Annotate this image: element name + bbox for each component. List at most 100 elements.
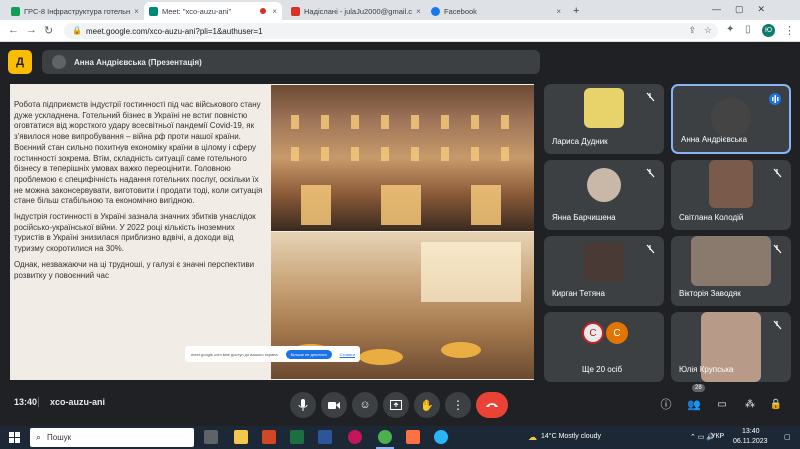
- people-button[interactable]: 👥 28: [684, 384, 705, 414]
- viber-icon[interactable]: [348, 430, 362, 444]
- mic-off-icon: [644, 243, 656, 255]
- leave-call-button[interactable]: [476, 392, 508, 418]
- slide-text: Робота підприємств індустрії гостинності…: [14, 100, 264, 286]
- reload-icon[interactable]: ↻: [44, 24, 53, 37]
- extensions-icon[interactable]: ✦: [726, 24, 734, 35]
- participant-video: [709, 160, 753, 208]
- participant-tile[interactable]: Світлана Колодій: [671, 160, 791, 230]
- meet-stage: Д Анна Андрієвська (Презентація) Робота …: [0, 42, 800, 426]
- menu-icon[interactable]: ⋮: [784, 24, 795, 37]
- drive-icon: [11, 6, 20, 16]
- emoji-button[interactable]: ☺: [352, 392, 378, 418]
- url-field[interactable]: 🔒 meet.google.com/xco-auzu-ani?pli=1&aut…: [64, 23, 718, 39]
- speaking-icon: [769, 93, 781, 105]
- file-explorer-icon[interactable]: [234, 430, 248, 444]
- mic-off-icon: [644, 167, 656, 179]
- star-icon[interactable]: ☆: [704, 25, 712, 36]
- divider: [38, 397, 39, 407]
- search-placeholder: Пошук: [47, 433, 72, 442]
- lock-person-icon: 🔒: [769, 398, 783, 410]
- telegram-icon[interactable]: [434, 430, 448, 444]
- participant-video: [584, 88, 624, 128]
- search-icon: ⌕: [36, 432, 42, 442]
- chrome-icon[interactable]: [378, 430, 392, 444]
- chat-icon: ▭: [717, 398, 727, 410]
- windows-start-icon[interactable]: [9, 432, 20, 443]
- participant-tile[interactable]: Юлія Крупська: [671, 312, 791, 382]
- mic-off-icon: [771, 243, 783, 255]
- more-options-button[interactable]: ⋮: [445, 392, 471, 418]
- camera-button[interactable]: [321, 392, 347, 418]
- share-icon[interactable]: ⇪: [688, 25, 696, 36]
- present-icon: [390, 400, 402, 410]
- avatar: [587, 168, 621, 202]
- tab-grs8[interactable]: ГРС-8 Інфраструктура готельн ×: [6, 2, 142, 20]
- meeting-time: 13:40: [14, 397, 38, 407]
- tab-facebook[interactable]: Facebook ×: [426, 2, 566, 20]
- hand-icon: ✋: [420, 399, 434, 412]
- slide-paragraph: Робота підприємств індустрії гостинності…: [14, 100, 263, 206]
- close-icon[interactable]: ×: [412, 7, 421, 16]
- sidebar-icon[interactable]: ▯: [745, 24, 751, 35]
- language-indicator[interactable]: УКР: [711, 433, 724, 440]
- tab-label: Meet: "xco-auzu-ani": [162, 6, 232, 16]
- taskbar-search[interactable]: ⌕ Пошук: [30, 428, 194, 447]
- close-icon[interactable]: ×: [130, 7, 139, 16]
- tab-meet[interactable]: Meet: "xco-auzu-ani" ×: [144, 2, 282, 20]
- chat-button[interactable]: ▭: [712, 394, 732, 414]
- slide-paragraph: Індустрія гостинності в Україні зазнала …: [14, 212, 256, 254]
- recording-icon: [260, 8, 266, 14]
- url-text: meet.google.com/xco-auzu-ani?pli=1&authu…: [86, 26, 263, 36]
- participant-name: Вікторія Заводяк: [679, 289, 741, 298]
- activities-button[interactable]: ⁂: [740, 394, 760, 414]
- participant-tile[interactable]: Анна Андрієвська: [671, 84, 791, 154]
- avatar: С: [606, 322, 628, 344]
- profile-avatar[interactable]: Ю: [762, 24, 775, 37]
- excel-icon[interactable]: [290, 430, 304, 444]
- avatar: С: [582, 322, 604, 344]
- participant-name: Анна Андрієвська: [681, 135, 748, 144]
- lock-icon: 🔒: [72, 26, 82, 35]
- raise-hand-button[interactable]: ✋: [414, 392, 440, 418]
- back-icon[interactable]: ←: [8, 24, 19, 36]
- people-icon: 👥: [687, 398, 701, 411]
- powerpoint-icon[interactable]: [262, 430, 276, 444]
- avatar: [52, 55, 66, 69]
- forward-icon[interactable]: →: [26, 24, 37, 36]
- new-tab-button[interactable]: +: [568, 2, 588, 20]
- participant-tile[interactable]: Лариса Дудник: [544, 84, 664, 154]
- tab-label: ГРС-8 Інфраструктура готельн: [24, 6, 131, 16]
- info-button[interactable]: ⓘ: [656, 394, 676, 414]
- present-button[interactable]: [383, 392, 409, 418]
- participant-video: [584, 242, 624, 282]
- screen-share-notice: meet.google.com має доступ до вашого екр…: [185, 346, 360, 362]
- close-icon[interactable]: ×: [268, 7, 277, 16]
- tab-gmail[interactable]: Надіслані - julaJu2000@gmail.c ×: [286, 2, 422, 20]
- notifications-icon[interactable]: ▢: [784, 433, 791, 441]
- presenter-name: Анна Андрієвська (Презентація): [74, 57, 202, 67]
- facade-windows: [291, 115, 509, 225]
- weather-text[interactable]: 14°C Mostly cloudy: [541, 433, 601, 440]
- notice-text: meet.google.com має доступ до вашого екр…: [191, 351, 278, 357]
- microphone-button[interactable]: [290, 392, 316, 418]
- mic-off-icon: [644, 91, 656, 103]
- close-icon[interactable]: ×: [552, 7, 561, 16]
- host-controls-button[interactable]: 🔒: [766, 394, 786, 414]
- meeting-code: xco-auzu-ani: [50, 397, 106, 407]
- hide-link[interactable]: Сховати: [340, 352, 355, 357]
- weather-icon: ☁: [528, 432, 537, 442]
- task-view-icon[interactable]: [204, 430, 218, 444]
- stop-sharing-button[interactable]: Більше не ділитися: [285, 349, 332, 359]
- word-icon[interactable]: [318, 430, 332, 444]
- gmail-icon: [291, 6, 300, 16]
- address-toolbar: ← → ↻ 🔒 meet.google.com/xco-auzu-ani?pli…: [0, 20, 800, 42]
- app-icon[interactable]: [406, 430, 420, 444]
- clock-time[interactable]: 13:40: [742, 428, 760, 435]
- participant-tile[interactable]: Кирган Тетяна: [544, 236, 664, 306]
- window-controls[interactable]: —▢✕: [712, 4, 779, 15]
- clock-date[interactable]: 06.11.2023: [733, 438, 768, 445]
- more-participants-tile[interactable]: С С Ще 20 осіб: [544, 312, 664, 382]
- participant-tile[interactable]: Янна Барчишена: [544, 160, 664, 230]
- tab-label: Facebook: [444, 6, 477, 16]
- participant-tile[interactable]: Вікторія Заводяк: [671, 236, 791, 306]
